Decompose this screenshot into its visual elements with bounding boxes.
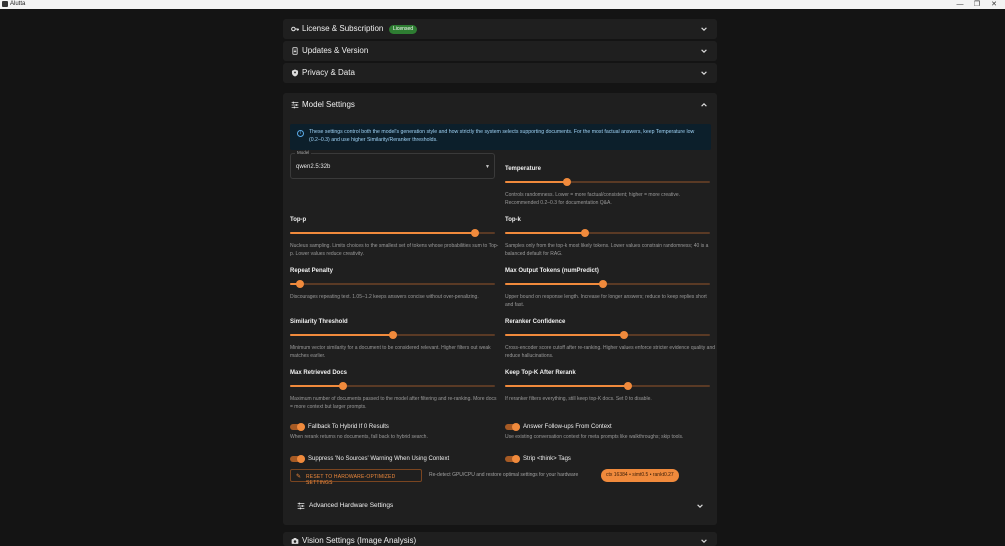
shield-icon: [291, 69, 299, 77]
toggle-help: When rerank returns no documents, fall b…: [290, 434, 428, 440]
minimize-button[interactable]: —: [955, 0, 965, 9]
toggle-label: Strip <think> Tags: [523, 456, 571, 462]
model-settings-section: Model Settings i These settings control …: [283, 93, 717, 525]
top-k-slider[interactable]: [505, 229, 710, 237]
dropdown-arrow-icon: ▼: [485, 164, 490, 170]
slider-label: Similarity Threshold: [290, 319, 348, 325]
slider-label: Max Retrieved Docs: [290, 370, 348, 376]
info-alert: i These settings control both the model'…: [290, 124, 711, 150]
max-output-tokens-slider[interactable]: [505, 280, 710, 288]
license-status-badge: Licensed: [389, 25, 418, 34]
tune-icon: [291, 101, 299, 109]
model-select[interactable]: Model qwen2.5:32b ▼: [290, 150, 495, 179]
slider-thumb[interactable]: [562, 178, 571, 186]
slider-thumb[interactable]: [624, 382, 632, 390]
phone-update-icon: [292, 47, 298, 55]
license-section: License & Subscription Licensed: [283, 19, 717, 39]
chevron-down-icon: [697, 504, 703, 508]
slider-help: Nucleus sampling. Limits choices to the …: [290, 243, 499, 257]
slider-label: Keep Top-K After Rerank: [505, 370, 576, 376]
vision-section-header[interactable]: Vision Settings (Image Analysis): [283, 533, 717, 546]
updates-section: Updates & Version: [283, 41, 717, 61]
privacy-section-header[interactable]: Privacy & Data: [283, 63, 717, 83]
hardware-profile-chip: ctx 16384 • simt0.5 • rankt0.27: [601, 469, 679, 482]
advanced-hardware-title: Advanced Hardware Settings: [309, 502, 394, 509]
similarity-threshold-slider[interactable]: [290, 331, 495, 339]
license-section-header[interactable]: License & Subscription Licensed: [283, 19, 717, 39]
reset-hardware-button[interactable]: ✎ RESET TO HARDWARE-OPTIMIZED SETTINGS: [290, 469, 422, 486]
slider-thumb[interactable]: [619, 331, 628, 339]
top-p-slider[interactable]: [290, 229, 495, 237]
model-settings-title: Model Settings: [302, 100, 355, 109]
window-titlebar: Alutta — ❐ ✕: [0, 0, 1005, 9]
slider-help: If reranker filters everything, still ke…: [505, 396, 652, 402]
chevron-down-icon: [701, 27, 707, 31]
max-retrieved-docs-slider[interactable]: [290, 382, 495, 390]
slider-label: Max Output Tokens (numPredict): [505, 268, 599, 274]
slider-help: Upper bound on response length. Increase…: [505, 294, 707, 308]
tune-icon: [297, 502, 305, 510]
window-title: Alutta: [10, 1, 26, 7]
model-select-value: qwen2.5:32b: [296, 164, 331, 170]
chevron-down-icon: [701, 49, 707, 53]
slider-help: Minimum vector similarity for a document…: [290, 345, 491, 359]
reset-description: Re-detect GPU/CPU and restore optimal se…: [429, 472, 579, 478]
repeat-penalty-slider[interactable]: [290, 280, 495, 288]
key-icon: [291, 26, 299, 32]
slider-thumb[interactable]: [296, 280, 305, 288]
toggle-label: Answer Follow-ups From Context: [523, 424, 612, 430]
slider-help: Maximum number of documents passed to th…: [290, 396, 497, 410]
toggle-label: Suppress 'No Sources' Warning When Using…: [308, 456, 450, 462]
model-select-label: Model: [295, 150, 312, 155]
vision-section-title: Vision Settings (Image Analysis): [302, 536, 417, 545]
suppress-no-sources-toggle[interactable]: [290, 455, 305, 463]
strip-think-tags-toggle[interactable]: [505, 455, 520, 463]
slider-thumb[interactable]: [470, 229, 479, 237]
answer-followups-toggle[interactable]: [505, 423, 520, 431]
chevron-down-icon: [701, 539, 707, 543]
keep-top-k-slider[interactable]: [505, 382, 710, 390]
slider-label: Repeat Penalty: [290, 268, 334, 274]
settings-scroll-area[interactable]: License & Subscription Licensed Updates …: [0, 9, 1005, 546]
info-alert-text: These settings control both the model's …: [309, 129, 695, 143]
slider-label: Top-k: [505, 217, 521, 223]
reranker-confidence-slider[interactable]: [505, 331, 710, 339]
license-section-title: License & Subscription: [302, 24, 384, 33]
slider-label: Temperature: [505, 166, 541, 172]
updates-section-title: Updates & Version: [302, 46, 369, 55]
slider-help: Samples only from the top-k most likely …: [505, 243, 709, 257]
slider-label: Top-p: [290, 217, 307, 223]
reset-button-label: RESET TO HARDWARE-OPTIMIZED SETTINGS: [306, 473, 396, 486]
slider-thumb[interactable]: [580, 229, 589, 237]
temperature-slider[interactable]: [505, 178, 710, 186]
slider-thumb[interactable]: [599, 280, 608, 288]
advanced-hardware-header[interactable]: Advanced Hardware Settings: [290, 496, 711, 516]
chevron-down-icon: [701, 71, 707, 75]
privacy-section-title: Privacy & Data: [302, 68, 355, 77]
slider-help: Cross-encoder score cutoff after re-rank…: [505, 345, 716, 359]
vision-section: Vision Settings (Image Analysis): [283, 532, 717, 546]
slider-help: Controls randomness. Lower = more factua…: [505, 192, 681, 206]
model-settings-header[interactable]: Model Settings: [283, 95, 717, 115]
updates-section-header[interactable]: Updates & Version: [283, 41, 717, 61]
camera-icon: [291, 538, 299, 544]
app-icon: [2, 1, 8, 7]
info-icon: i: [297, 130, 304, 137]
toggle-help: Use existing conversation context for me…: [505, 434, 684, 440]
toggle-label: Fallback To Hybrid If 0 Results: [308, 424, 389, 430]
privacy-section: Privacy & Data: [283, 63, 717, 83]
slider-thumb[interactable]: [339, 382, 348, 390]
close-button[interactable]: ✕: [989, 0, 999, 9]
wrench-icon: ✎: [296, 474, 302, 480]
slider-help: Discourages repeating text. 1.05–1.2 kee…: [290, 294, 479, 300]
maximize-button[interactable]: ❐: [972, 0, 982, 9]
chevron-up-icon: [701, 103, 707, 107]
slider-thumb[interactable]: [388, 331, 397, 339]
fallback-hybrid-toggle[interactable]: [290, 423, 305, 431]
slider-label: Reranker Confidence: [505, 319, 566, 325]
